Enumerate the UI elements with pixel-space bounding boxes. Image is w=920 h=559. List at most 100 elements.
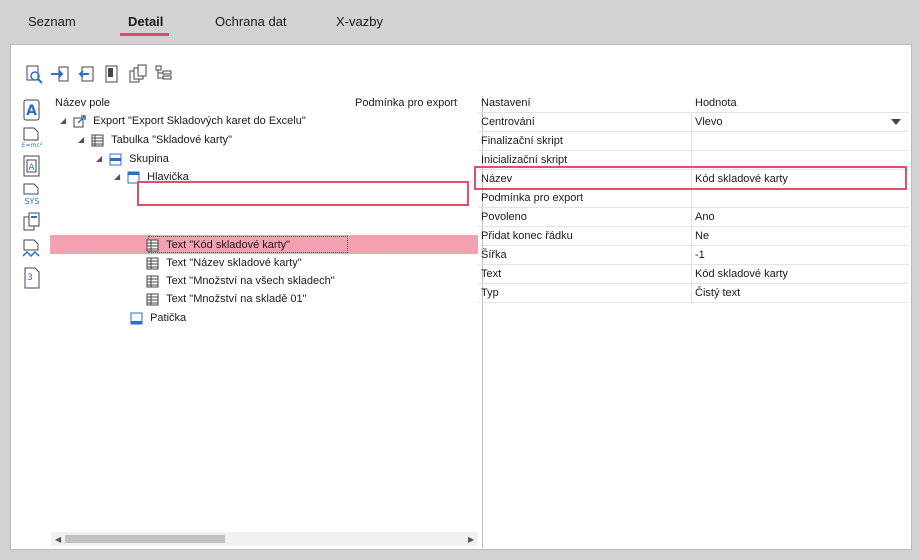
chart-page-icon[interactable] <box>21 237 43 263</box>
export-icon[interactable] <box>75 63 97 85</box>
column-divider <box>691 208 692 227</box>
property-row-finalizacni-skript[interactable]: Finalizační skript <box>478 132 909 151</box>
tree-node-table[interactable]: ◢ Tabulka "Skladové karty" <box>78 131 232 149</box>
preview-search-icon[interactable] <box>23 63 45 85</box>
dropdown-arrow-icon[interactable] <box>891 119 901 125</box>
column-header-name[interactable]: Název pole <box>55 97 110 109</box>
tree-node-footer[interactable]: Patička <box>130 309 186 327</box>
column-divider <box>691 227 692 246</box>
property-key: Podmínka pro export <box>481 192 584 204</box>
property-value[interactable]: -1 <box>695 249 705 261</box>
property-key: Centrování <box>481 116 535 128</box>
column-header-value: Hodnota <box>695 97 737 109</box>
property-row-podminka-pro-export[interactable]: Podmínka pro export <box>478 189 909 208</box>
property-key: Typ <box>481 287 499 299</box>
insert-icon-strip: A E=mc² A SYS 3 <box>21 97 47 293</box>
svg-text:3: 3 <box>27 273 33 283</box>
tree-node-label: Text "Kód skladové karty" <box>166 239 291 252</box>
property-key: Inicializační skript <box>481 154 568 166</box>
property-grid: Nastavení Hodnota Centrování Vlevo Final… <box>478 94 909 306</box>
column-header-condition[interactable]: Podmínka pro export <box>355 97 457 109</box>
property-row-centrovani[interactable]: Centrování Vlevo <box>478 113 909 132</box>
system-icon[interactable]: SYS <box>21 181 43 207</box>
tree-node-text-mnozstvi-vse[interactable]: Text "Množství na všech skladech" <box>146 272 335 290</box>
detail-panel: A E=mc² A SYS 3 Název pole Podmínka pro … <box>10 44 912 550</box>
property-key: Šířka <box>481 249 507 261</box>
field-tree: Název pole Podmínka pro export ◢ Export … <box>50 96 483 548</box>
property-value[interactable]: Kód skladové karty <box>695 268 788 280</box>
text-field-icon[interactable]: A <box>21 97 43 123</box>
structure-icon[interactable] <box>153 63 175 85</box>
copy-icon[interactable] <box>127 63 149 85</box>
property-key: Finalizační skript <box>481 135 563 147</box>
tree-node-text-nazev[interactable]: Text "Název skladové karty" <box>146 254 302 272</box>
property-value[interactable]: Vlevo <box>695 116 723 128</box>
footer-section-icon <box>130 312 143 325</box>
tree-node-label: Tabulka "Skladové karty" <box>111 134 233 147</box>
expand-arrow-icon[interactable]: ◢ <box>96 150 106 168</box>
property-key: Přidat konec řádku <box>481 230 573 242</box>
scroll-left-icon[interactable]: ◀ <box>55 535 61 544</box>
tab-ochrana-dat[interactable]: Ochrana dat <box>215 14 287 29</box>
svg-text:A: A <box>26 103 37 119</box>
tab-x-vazby[interactable]: X-vazby <box>336 14 383 29</box>
text-field-icon <box>146 275 159 288</box>
property-row-povoleno[interactable]: Povoleno Ano <box>478 208 909 227</box>
toolbar <box>23 63 175 89</box>
tree-node-label: Patička <box>150 312 187 325</box>
import-icon[interactable] <box>49 63 71 85</box>
property-row-typ[interactable]: Typ Čistý text <box>478 284 909 303</box>
expand-arrow-icon[interactable]: ◢ <box>78 131 88 149</box>
text-field-icon <box>146 239 159 252</box>
column-divider <box>691 284 692 303</box>
scroll-right-icon[interactable]: ▶ <box>468 535 474 544</box>
tree-node-label: Text "Název skladové karty" <box>166 257 302 270</box>
group-icon <box>109 153 122 166</box>
property-value[interactable]: Čistý text <box>695 287 740 299</box>
page-icon[interactable] <box>101 63 123 85</box>
text-field-icon <box>146 257 159 270</box>
tab-detail[interactable]: Detail <box>128 14 163 29</box>
expand-arrow-icon[interactable]: ◢ <box>114 168 124 186</box>
scrollbar-thumb[interactable] <box>65 535 225 543</box>
numbered-page-icon[interactable]: 3 <box>21 265 43 291</box>
tree-node-export[interactable]: ◢ Export "Export Skladových karet do Exc… <box>60 112 306 130</box>
property-row-sirka[interactable]: Šířka -1 <box>478 246 909 265</box>
tree-node-label: Text "Množství na skladě 01" <box>166 293 307 306</box>
tree-node-text-mnozstvi-01[interactable]: Text "Množství na skladě 01" <box>146 290 307 308</box>
active-tab-indicator <box>120 33 169 36</box>
tree-node-label: Skupina <box>129 153 169 166</box>
tree-node-text-kod[interactable]: Text "Kód skladové karty" <box>146 236 290 254</box>
column-divider <box>691 246 692 265</box>
tree-node-group[interactable]: ◢ Skupina <box>96 150 169 168</box>
column-header-setting: Nastavení <box>481 97 531 109</box>
table-icon <box>91 134 104 147</box>
tab-bar: Seznam Detail Ochrana dat X-vazby <box>0 0 920 44</box>
property-key: Povoleno <box>481 211 527 223</box>
text-field-icon <box>146 293 159 306</box>
column-divider <box>691 132 692 151</box>
svg-text:SYS: SYS <box>24 197 39 206</box>
column-divider <box>691 265 692 284</box>
svg-text:E=mc²: E=mc² <box>22 142 43 149</box>
svg-text:A: A <box>28 163 35 173</box>
tree-node-label: Export "Export Skladových karet do Excel… <box>93 115 306 128</box>
tree-header: Název pole Podmínka pro export <box>50 96 483 112</box>
variable-icon[interactable]: A <box>21 153 43 179</box>
tab-seznam[interactable]: Seznam <box>28 14 76 29</box>
export-link-icon <box>73 114 86 128</box>
highlight-outline-tree <box>137 181 469 206</box>
highlight-outline-property <box>474 166 907 190</box>
property-grid-header: Nastavení Hodnota <box>478 94 909 113</box>
column-divider <box>691 113 692 132</box>
property-row-pridat-konec-radku[interactable]: Přidat konec řádku Ne <box>478 227 909 246</box>
expand-arrow-icon[interactable]: ◢ <box>60 112 70 130</box>
property-value[interactable]: Ano <box>695 211 715 223</box>
property-value[interactable]: Ne <box>695 230 709 242</box>
property-key: Text <box>481 268 502 280</box>
tree-node-label: Text "Množství na všech skladech" <box>166 275 335 288</box>
formula-icon[interactable]: E=mc² <box>21 125 43 151</box>
copy-page-icon[interactable] <box>21 209 43 235</box>
tree-horizontal-scrollbar[interactable]: ◀ ▶ <box>51 532 478 546</box>
property-row-text[interactable]: Text Kód skladové karty <box>478 265 909 284</box>
